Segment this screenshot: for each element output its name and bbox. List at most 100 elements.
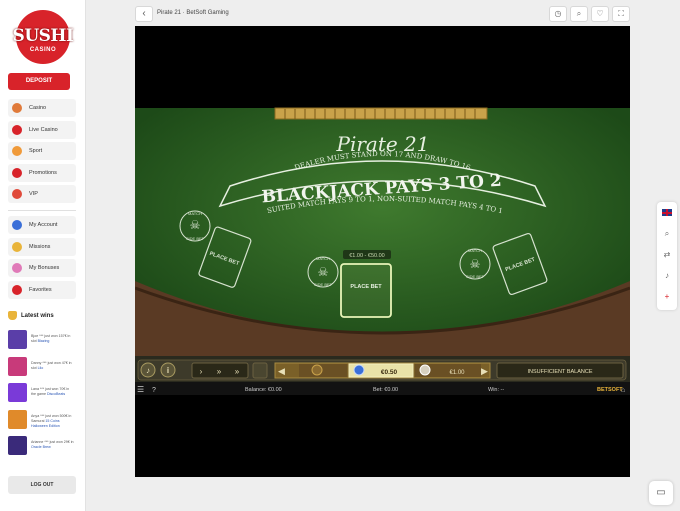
side-bet-label: SIDE BET <box>186 236 205 241</box>
sidebar-item-label: My Bonuses <box>29 265 60 271</box>
ball-icon <box>12 146 22 156</box>
sidebar-item-missions[interactable]: Missions <box>8 237 76 256</box>
match-label: MATCH <box>188 211 202 216</box>
logo-subtext: CASINO <box>29 47 57 53</box>
bonus-icon <box>12 263 22 273</box>
logo-text: SUSHI <box>12 26 74 46</box>
home-icon[interactable]: ⌂ <box>621 387 625 394</box>
latest-wins-header: Latest wins <box>8 311 54 320</box>
fastest-icon[interactable]: » <box>235 367 240 376</box>
win-text: Danny *** just won 47€ in slot Lilo <box>31 357 75 371</box>
chat-button[interactable]: ▭ <box>649 481 673 505</box>
play-icon[interactable]: › <box>200 367 203 376</box>
help-icon[interactable]: ? <box>152 387 156 394</box>
sidebar-item-label: Sport <box>29 148 43 154</box>
sidebar-item-sport[interactable]: Sport <box>8 142 76 160</box>
sidebar-item-label: Favorites <box>29 286 52 293</box>
win-text: Win: -- <box>488 387 504 393</box>
sidebar-item-my-bonuses[interactable]: My Bonuses <box>8 259 76 277</box>
win-game-link[interactable]: Blazing <box>38 339 50 343</box>
place-bet-box-center[interactable] <box>340 263 392 318</box>
vip-icon <box>12 189 22 199</box>
game-frame[interactable]: Pirate 21 DEALER MUST STAND ON 17 AND DR… <box>135 26 630 477</box>
sidebar-item-label: Live Casino <box>29 126 58 133</box>
game-thumbnail <box>8 330 27 349</box>
uk-flag-icon <box>662 209 672 216</box>
sidebar-item-my-account[interactable]: My Account <box>8 216 76 234</box>
betsoft-logo: BETSOFT <box>597 387 623 393</box>
gift-icon <box>12 167 22 178</box>
skull-icon: ☠ <box>470 257 481 271</box>
trophy-icon <box>8 311 17 320</box>
heart-icon <box>12 284 22 295</box>
game-thumbnail <box>8 356 27 376</box>
chip-icon <box>353 364 365 376</box>
match-label: MATCH <box>468 248 482 253</box>
win-game-link[interactable]: DiscoBeats <box>47 392 65 396</box>
blackjack-table: Pirate 21 DEALER MUST STAND ON 17 AND DR… <box>135 107 630 395</box>
latest-wins-title: Latest wins <box>21 312 54 319</box>
logo[interactable]: SUSHI CASINO <box>12 10 74 66</box>
match-label: MATCH <box>316 256 330 261</box>
latest-wins-list: Bjoe *** just won 157€ in slot Blazing D… <box>8 330 78 463</box>
plus-icon[interactable]: + <box>657 286 677 307</box>
win-game-link[interactable]: Lilo <box>38 366 44 370</box>
user-icon <box>12 220 22 230</box>
win-description: Arianne *** just won 29€ in <box>31 440 74 444</box>
deposit-button[interactable]: DEPOSIT <box>8 73 70 90</box>
sidebar-item-favorites[interactable]: Favorites <box>8 280 76 299</box>
win-text: Arianne *** just won 29€ in Oracle Brew <box>31 436 75 450</box>
insufficient-balance-text: INSUFFICIENT BALANCE <box>528 369 593 375</box>
chip-left-arrow[interactable]: ◀ <box>278 366 285 376</box>
primary-nav: Casino Live Casino Sport Promotions VIP <box>8 99 76 207</box>
chevron-left-icon: ‹ <box>142 8 146 19</box>
chip-value: €1.00 <box>449 370 465 376</box>
topbar-actions: ◷ ⌕ ♡ ⛶ <box>549 6 630 22</box>
win-item[interactable]: Danny *** just won 47€ in slot Lilo <box>8 356 78 377</box>
game-thumbnail <box>8 436 27 455</box>
chip-right-arrow[interactable]: ▶ <box>481 366 488 376</box>
sidebar-item-vip[interactable]: VIP <box>8 185 76 203</box>
right-toolbar: ⌕ ⇄ ♪ + <box>657 202 677 310</box>
fullscreen-icon[interactable]: ⛶ <box>612 6 630 22</box>
balance-text: Balance: €0.00 <box>245 387 282 393</box>
sidebar-item-label: My Account <box>29 222 58 228</box>
search-icon[interactable]: ⌕ <box>657 223 677 244</box>
sidebar-divider <box>8 210 76 211</box>
win-item[interactable]: Lana *** just won 70€ in the game DiscoB… <box>8 383 78 403</box>
speaker-glyph: ♪ <box>146 366 150 375</box>
app: SUSHI CASINO DEPOSIT Casino Live Casino … <box>0 0 680 511</box>
chip-slot[interactable] <box>299 364 347 377</box>
dealer-icon <box>12 124 22 135</box>
bet-range-text: €1.00 - €50.00 <box>349 253 384 259</box>
win-text: Lana *** just won 70€ in the game DiscoB… <box>31 383 75 397</box>
sushi-icon <box>12 103 22 113</box>
fast-icon[interactable]: » <box>217 367 222 376</box>
chip-icon <box>419 364 431 376</box>
logout-button[interactable]: LOG OUT <box>8 476 76 494</box>
skull-icon: ☠ <box>190 218 201 232</box>
sidebar-item-live-casino[interactable]: Live Casino <box>8 120 76 139</box>
chip-stack-icon[interactable] <box>252 362 268 379</box>
shuffle-icon[interactable]: ⇄ <box>657 244 677 265</box>
win-game-link[interactable]: Oracle Brew <box>31 445 51 449</box>
language-button[interactable] <box>657 202 677 223</box>
heart-icon[interactable]: ♡ <box>591 6 609 22</box>
search-icon[interactable]: ⌕ <box>570 6 588 22</box>
sidebar-item-casino[interactable]: Casino <box>8 99 76 117</box>
back-button[interactable]: ‹ <box>135 6 153 22</box>
chip-icon <box>311 364 323 376</box>
history-icon[interactable]: ◷ <box>549 6 567 22</box>
win-item[interactable]: Bjoe *** just won 157€ in slot Blazing <box>8 330 78 350</box>
win-item[interactable]: Arianne *** just won 29€ in Oracle Brew <box>8 436 78 456</box>
win-item[interactable]: Anya *** just won 500€ in Samurai 15 Coi… <box>8 409 78 430</box>
trophy-icon <box>12 241 22 252</box>
side-bet-label: SIDE BET <box>466 274 485 279</box>
bell-icon[interactable]: ♪ <box>657 265 677 286</box>
secondary-nav: My Account Missions My Bonuses Favorites <box>8 216 76 302</box>
sidebar-item-label: Missions <box>29 243 51 250</box>
menu-icon[interactable]: ☰ <box>137 385 144 394</box>
sidebar-item-promotions[interactable]: Promotions <box>8 163 76 182</box>
game-title: Pirate 21 · BetSoft Gaming <box>157 10 229 16</box>
game-thumbnail <box>8 383 27 402</box>
